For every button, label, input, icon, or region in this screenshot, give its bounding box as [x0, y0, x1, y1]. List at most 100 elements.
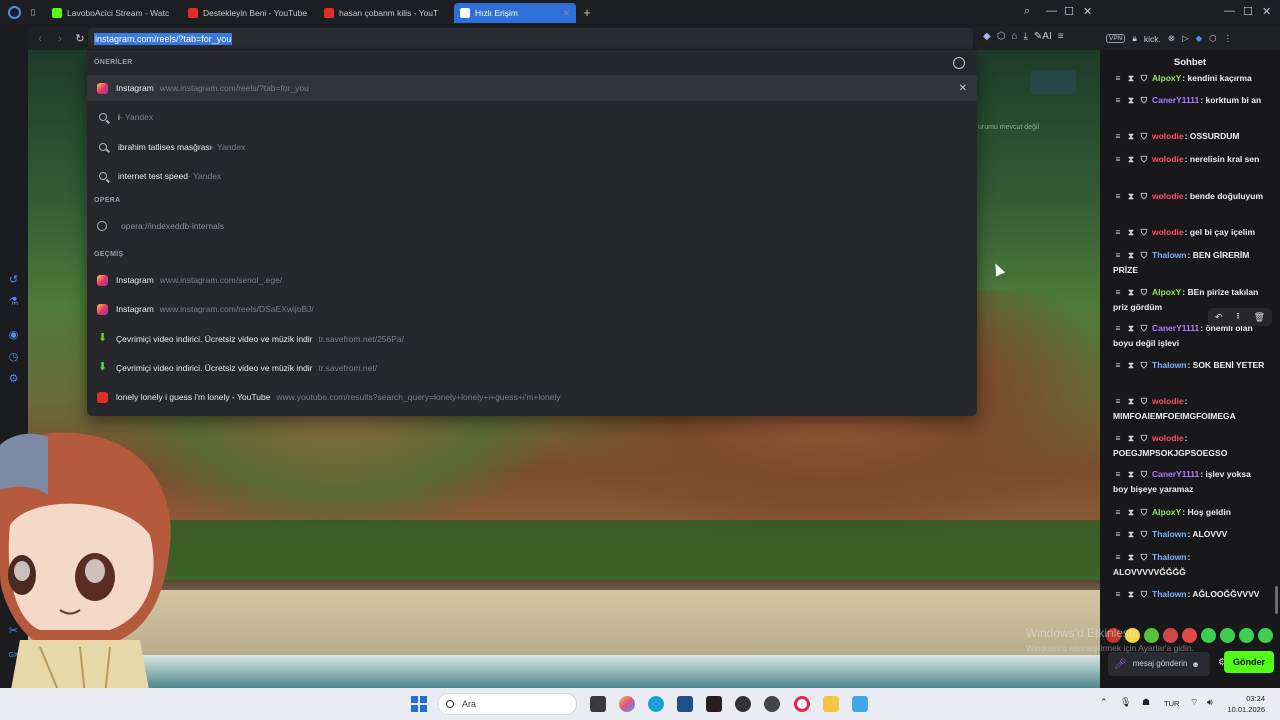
chat-username[interactable]: CanerY1111 [1152, 323, 1199, 333]
more-icon[interactable]: ⋮ [1224, 33, 1233, 44]
extension-icon[interactable]: ◆ [983, 31, 991, 42]
chat-username[interactable]: Thalown [1152, 529, 1186, 539]
network-icon[interactable]: ☗ [1142, 697, 1150, 708]
suggestion-history[interactable]: lonely lonely i guess i'm lonely - YouTu… [87, 384, 977, 410]
chat-username[interactable]: wolodie [1152, 191, 1184, 201]
suggestion-opera-internal[interactable]: opera://indexeddb-internals [87, 213, 977, 239]
minimize-button[interactable]: — [1224, 5, 1235, 17]
file-explorer-icon[interactable] [823, 696, 839, 712]
emote-icon[interactable] [1144, 628, 1159, 643]
search-tabs-icon[interactable]: ⌕ [1024, 5, 1030, 18]
chat-username[interactable]: wolodie [1152, 131, 1184, 141]
puzzle-icon[interactable]: ⬡ [997, 31, 1006, 42]
tab-1[interactable]: Destekleyin Beni - YouTube [182, 3, 318, 23]
chat-username[interactable]: Thalown [1152, 360, 1186, 370]
chat-scrollbar[interactable] [1275, 586, 1278, 614]
suggestion-history[interactable]: Instagram www.instagram.com/senol_.ege/ [87, 267, 977, 293]
tab-3[interactable]: Hızlı Erişim ✕ [454, 3, 576, 23]
url-text[interactable]: instagram.com/reels/?tab=for_you [94, 32, 233, 45]
maximize-button[interactable]: ☐ [1243, 5, 1253, 18]
suggestion-history[interactable]: Instagram www.instagram.com/reels/DSaEXwi… [87, 296, 977, 322]
edge-icon[interactable] [648, 696, 664, 712]
chat-username[interactable]: Thalown [1152, 552, 1186, 562]
download-icon[interactable]: ⤓ [1023, 31, 1027, 42]
page-button[interactable] [1030, 70, 1076, 94]
close-window-button[interactable]: ✕ [1083, 5, 1092, 18]
tab-2[interactable]: hasan çobanm kilis - YouT [318, 3, 454, 23]
task-view-icon[interactable] [590, 696, 606, 712]
back-button[interactable]: ‹ [32, 33, 48, 45]
messenger-icon[interactable]: ◉ [7, 329, 20, 342]
reload-button[interactable]: ↻ [72, 32, 88, 45]
reply-icon[interactable]: ↶ [1215, 312, 1223, 323]
chat-username[interactable]: AlpoxY [1152, 73, 1181, 83]
chat-username[interactable]: wolodie [1152, 396, 1184, 406]
maximize-button[interactable]: ☐ [1064, 5, 1074, 18]
windows-start-button[interactable] [411, 696, 427, 712]
suggestion-history[interactable]: ⬇ Çevrimiçi video indirici. Ücretsiz vide… [87, 355, 977, 381]
chat-username[interactable]: wolodie [1152, 154, 1184, 164]
emoji-icon[interactable]: ☻ [1191, 660, 1199, 669]
chat-username[interactable]: AlpoxY [1152, 507, 1181, 517]
volume-icon[interactable]: 🔊︎ [1207, 697, 1213, 708]
chat-username[interactable]: CanerY1111 [1152, 95, 1199, 105]
aria-icon[interactable]: ⚗ [7, 296, 20, 309]
copilot-icon[interactable] [619, 696, 635, 712]
store-icon[interactable] [677, 696, 693, 712]
aria-ai-button[interactable]: ✎AI [1034, 31, 1052, 42]
chat-username[interactable]: Thalown [1152, 589, 1186, 599]
shopping-icon[interactable]: ⌂ [1011, 31, 1017, 42]
puzzle-icon[interactable]: ⬡ [1209, 33, 1216, 44]
chat-username[interactable]: CanerY1111 [1152, 469, 1199, 479]
app-icon[interactable] [764, 696, 780, 712]
opera-gx-icon[interactable] [794, 696, 810, 712]
tab-list-icon[interactable]: ▯ [28, 7, 38, 18]
suggestion-search[interactable]: ibrahim tatlises masğrası - Yandex [87, 134, 977, 160]
menu-icon[interactable]: ≡ [1058, 31, 1064, 42]
extension-icon[interactable]: ◆ [1196, 33, 1203, 44]
forward-button[interactable]: › [52, 33, 68, 45]
history-icon[interactable]: ◷ [7, 351, 20, 364]
emote-icon[interactable] [1220, 628, 1235, 643]
opera-logo-icon[interactable] [0, 0, 28, 24]
microphone-icon[interactable]: 🎤︎ [1114, 659, 1127, 670]
shield-icon[interactable]: ⊗ [1168, 33, 1175, 44]
chat-username[interactable]: wolodie [1152, 433, 1184, 443]
pin-icon[interactable]: ⭱ [1236, 309, 1239, 325]
emote-icon[interactable] [1201, 628, 1216, 643]
flow-icon[interactable]: ↺ [7, 274, 20, 287]
emote-icon[interactable] [1258, 628, 1273, 643]
wifi-icon[interactable]: ⌔ [1190, 697, 1198, 708]
emote-icon[interactable] [1182, 628, 1197, 643]
suggestion-search[interactable]: internet test speed - Yandex [87, 163, 977, 189]
delete-icon[interactable]: 🗑︎ [1254, 312, 1265, 323]
tray-chevron-icon[interactable]: ⌃ [1100, 697, 1108, 708]
close-window-button[interactable]: ✕ [1262, 5, 1271, 18]
lock-icon[interactable]: 🔒︎ [1132, 33, 1137, 44]
app-icon[interactable] [735, 696, 751, 712]
address-bar[interactable]: instagram.com/reels/?tab=for_you [88, 28, 973, 49]
remove-suggestion-close-icon[interactable]: ✕ [959, 83, 967, 94]
minimize-button[interactable]: — [1046, 5, 1057, 17]
tab-0[interactable]: LavoboAcici Stream - Watc [46, 3, 182, 23]
emoji-icon[interactable] [953, 57, 965, 69]
new-tab-button[interactable]: + [578, 5, 596, 20]
suggestion-search[interactable]: i - Yandex [87, 104, 977, 130]
chat-username[interactable]: wolodie [1152, 227, 1184, 237]
taskbar-search[interactable]: Ara [437, 693, 577, 715]
chat-input[interactable]: 🎤︎ mesaj gönderin ☻ [1108, 652, 1210, 676]
app-icon[interactable] [852, 696, 868, 712]
microphone-icon[interactable]: 🎙︎ [1120, 697, 1131, 708]
app-icon[interactable] [706, 696, 722, 712]
language-indicator[interactable]: TUR [1164, 699, 1179, 708]
vpn-badge[interactable]: VPN [1106, 34, 1126, 43]
settings-icon[interactable]: ⚙ [7, 373, 20, 386]
emote-icon[interactable] [1163, 628, 1178, 643]
send-button[interactable]: Gönder [1224, 651, 1274, 673]
play-icon[interactable]: ▷ [1182, 33, 1189, 44]
suggestion-top-instagram[interactable]: Instagram www.instagram.com/reels/?tab=f… [87, 75, 977, 101]
tab-close-icon[interactable]: ✕ [558, 8, 570, 19]
taskbar-clock[interactable]: 03:24 10.01.2026 [1225, 693, 1265, 715]
emote-icon[interactable] [1239, 628, 1254, 643]
chat-username[interactable]: AlpoxY [1152, 287, 1181, 297]
